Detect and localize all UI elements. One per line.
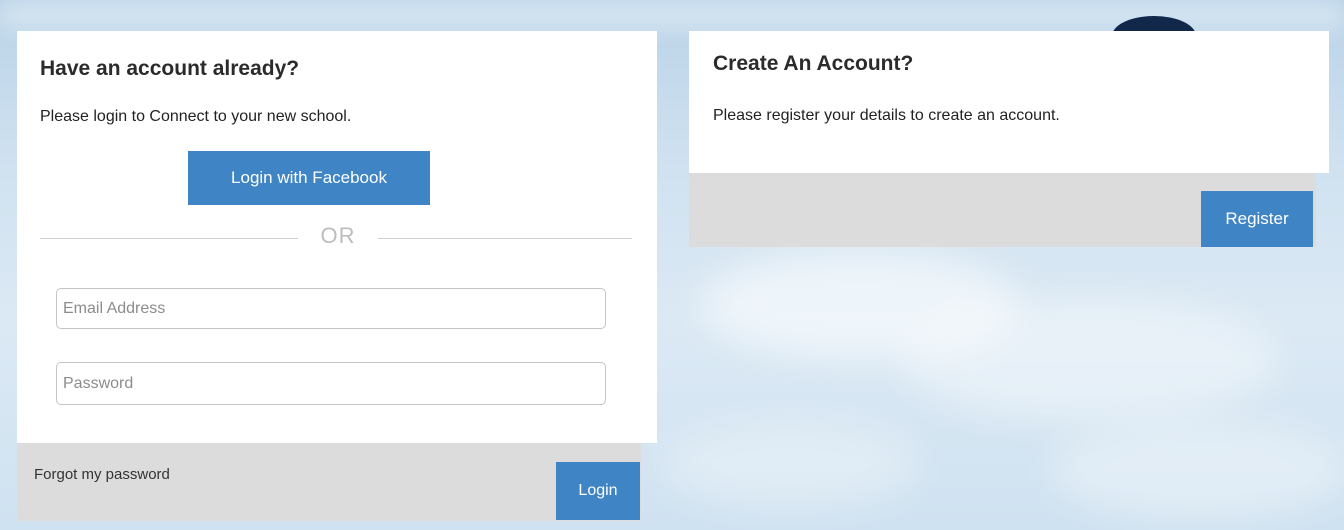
login-subtext: Please login to Connect to your new scho… [40, 108, 352, 125]
forgot-password-link[interactable]: Forgot my password [34, 466, 170, 483]
login-with-facebook-button[interactable]: Login with Facebook [188, 151, 430, 205]
register-panel: Create An Account? Please register your … [689, 31, 1329, 173]
register-heading: Create An Account? [713, 52, 914, 75]
password-field[interactable] [56, 362, 606, 405]
background-cloud [900, 300, 1280, 420]
background-cloud [1050, 420, 1344, 520]
login-button[interactable]: Login [556, 462, 640, 520]
background-cloud [660, 420, 920, 510]
register-button[interactable]: Register [1201, 191, 1313, 247]
login-heading: Have an account already? [40, 57, 300, 80]
register-subtext: Please register your details to create a… [713, 107, 1060, 124]
register-footer: Register [689, 173, 1316, 247]
separator-line-right [378, 238, 632, 239]
separator-line-left [40, 238, 298, 239]
login-panel: Have an account already? Please login to… [17, 31, 657, 443]
login-footer: Forgot my password Login [17, 443, 641, 521]
email-field[interactable] [56, 288, 606, 329]
or-separator: OR [320, 223, 356, 248]
